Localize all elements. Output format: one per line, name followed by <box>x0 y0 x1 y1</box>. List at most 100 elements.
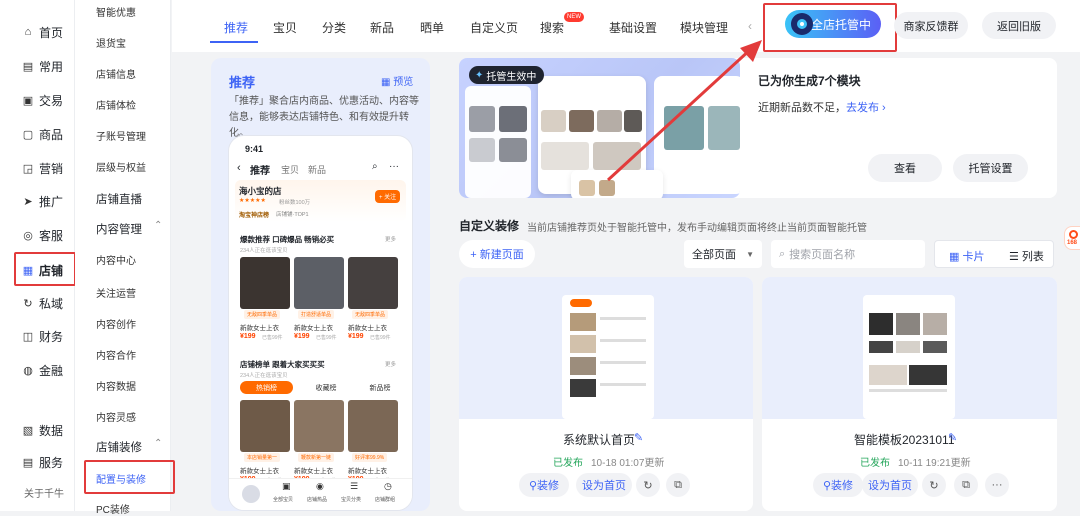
product-sold: 已售99件 <box>316 335 337 341</box>
more-options-button[interactable]: ··· <box>985 473 1009 497</box>
product-badge: 无敌四季单品 <box>244 310 281 319</box>
refresh-icon[interactable]: ↻ <box>636 473 660 497</box>
rank-tab-fav[interactable]: 收藏榜 <box>301 381 351 394</box>
edit-name-icon[interactable]: ✎ <box>948 431 957 444</box>
product-image[interactable] <box>348 257 398 309</box>
subnav-item[interactable]: 内容中心 <box>96 252 136 267</box>
sidebar-item-finance[interactable]: ◫ 财务 <box>22 326 63 346</box>
subnav-group-decorate[interactable]: 店铺装修 ⌃ <box>96 438 162 455</box>
chevron-up-icon[interactable]: ⌃ <box>154 438 162 449</box>
sidebar-item-finance2[interactable]: ◍ 金融 <box>22 360 63 380</box>
tab-review[interactable]: 晒单 <box>420 19 444 36</box>
product-badge: 鞭款新第一链 <box>298 453 335 462</box>
preview-panel: 推荐 ▦ 预览 「推荐」聚合店内商品、优惠活动、内容等信息，能够表达店铺特色、和… <box>211 58 430 511</box>
new-page-button[interactable]: + 新建页面 <box>459 240 535 268</box>
subnav-item[interactable]: PC装修 <box>96 501 130 516</box>
bottom-nav-label[interactable]: 宝贝分类 <box>341 496 361 503</box>
red-arrow-annotation <box>606 40 762 182</box>
section-rank-title: 店铺榜单 跟着大家买买买 <box>240 360 325 369</box>
template-card[interactable]: 智能模板20231011 ✎ 已发布 10-11 19:21更新 ⚲ 装修 设为… <box>762 277 1057 511</box>
product-image[interactable] <box>240 257 290 309</box>
sidebar-item-service2[interactable]: ▤ 服务 <box>22 452 63 472</box>
bottom-nav-label[interactable]: 店铺群组 <box>375 496 395 503</box>
sidebar-item-common[interactable]: ▤ 常用 <box>22 56 63 76</box>
subnav-item[interactable]: 层级与权益 <box>96 159 146 174</box>
tab-new[interactable]: 新品 <box>370 19 394 36</box>
follow-button[interactable]: + 关注 <box>375 190 401 203</box>
page-search-input[interactable]: ⌕ 搜索页面名称 <box>771 240 925 268</box>
product-image[interactable] <box>294 400 344 452</box>
copy-icon[interactable]: ⧉ <box>666 473 690 497</box>
trade-icon: ▣ <box>22 94 34 107</box>
tab-goods[interactable]: 宝贝 <box>273 19 297 36</box>
view-button[interactable]: 查看 <box>868 154 942 182</box>
sidebar-item-data[interactable]: ▧ 数据 <box>22 420 63 440</box>
thumb-product <box>469 106 495 132</box>
tab-recommend[interactable]: 推荐 <box>224 19 248 36</box>
go-publish-link[interactable]: 去发布 › <box>846 102 886 114</box>
subnav-item[interactable]: 子账号管理 <box>96 128 146 143</box>
edit-name-icon[interactable]: ✎ <box>634 431 643 444</box>
bottom-nav-label[interactable]: 全部宝贝 <box>273 496 293 503</box>
subnav-item[interactable]: 店铺信息 <box>96 66 136 81</box>
decorate-button[interactable]: ⚲ 装修 <box>519 473 569 497</box>
preview-link[interactable]: ▦ 预览 <box>381 73 413 88</box>
subnav-item[interactable]: 内容灵感 <box>96 409 136 424</box>
section-rank-more[interactable]: 更多 <box>385 360 396 368</box>
subnav-item[interactable]: 内容创作 <box>96 316 136 331</box>
subnav-item[interactable]: 内容数据 <box>96 378 136 393</box>
home-icon: ⌂ <box>24 26 32 38</box>
floating-side-tag[interactable]: 168 <box>1064 226 1080 250</box>
sidebar-item-marketing[interactable]: ◲ 营销 <box>22 158 63 178</box>
page-filter-select[interactable]: 全部页面 ▼ <box>684 240 762 268</box>
product-image[interactable] <box>348 400 398 452</box>
sidebar-item-service[interactable]: ◎ 客服 <box>22 225 63 245</box>
sidebar-item-trade[interactable]: ▣ 交易 <box>22 90 63 110</box>
template-mini-phone <box>562 295 654 419</box>
subnav-group-content[interactable]: 内容管理 ⌃ <box>96 220 162 237</box>
subnav-item[interactable]: 退货宝 <box>96 35 126 50</box>
rank-tab-new[interactable]: 新品榜 <box>355 381 405 394</box>
sidebar-item-goods[interactable]: ▢ 商品 <box>22 124 63 144</box>
merchant-feedback-button[interactable]: 商家反馈群 <box>894 12 968 39</box>
sidebar-item-home[interactable]: ⌂ 首页 <box>22 22 63 42</box>
set-home-button[interactable]: 设为首页 <box>862 473 918 497</box>
template-card[interactable]: 系统默认首页 ✎ 已发布 10-18 01:07更新 ⚲ 装修 设为首页 ↻ ⧉ <box>459 277 753 511</box>
mini-text-line <box>600 317 646 320</box>
active-tab-indicator <box>210 41 258 43</box>
chevron-up-icon[interactable]: ⌃ <box>154 220 162 231</box>
about-qianniu-link[interactable]: 关于千牛 <box>24 482 64 502</box>
rank-tab-hot[interactable]: 热销榜 <box>240 381 293 394</box>
subnav-item[interactable]: 关注运营 <box>96 285 136 300</box>
subnav-item[interactable]: 智能优惠 <box>96 4 136 19</box>
view-card-toggle[interactable]: ▦ 卡片 <box>949 248 984 264</box>
sidebar-item-label: 私域 <box>39 296 64 311</box>
back-old-version-button[interactable]: 返回旧版 <box>982 12 1056 39</box>
mini-product <box>869 365 907 385</box>
section-hot-more[interactable]: 更多 <box>385 235 396 243</box>
section-rank-sub: 234人正在逛该宝贝 <box>240 373 288 379</box>
bottom-nav-label[interactable]: 店铺热品 <box>307 496 327 503</box>
product-image[interactable] <box>240 400 290 452</box>
service-icon: ◎ <box>23 229 33 242</box>
set-home-button[interactable]: 设为首页 <box>576 473 632 497</box>
subnav-group-live[interactable]: 店铺直播 <box>96 191 142 207</box>
subnav-item[interactable]: 店铺体检 <box>96 97 136 112</box>
refresh-icon[interactable]: ↻ <box>922 473 946 497</box>
template-updated-time: 10-11 19:21更新 <box>898 458 971 469</box>
tab-category[interactable]: 分类 <box>322 19 346 36</box>
preview-link-label: 预览 <box>393 77 414 88</box>
sidebar-item-private[interactable]: ↻ 私域 <box>22 293 63 313</box>
decorate-button[interactable]: ⚲ 装修 <box>813 473 863 497</box>
back-arrow-icon[interactable]: ‹ <box>237 162 241 174</box>
tab-search[interactable]: 搜索 NEW <box>540 12 584 36</box>
sidebar-item-promotion[interactable]: ➤ 推广 <box>22 191 63 211</box>
subnav-item[interactable]: 内容合作 <box>96 347 136 362</box>
thumb-product <box>469 138 495 162</box>
view-list-toggle[interactable]: ☰ 列表 <box>1009 248 1044 264</box>
hosting-settings-button[interactable]: 托管设置 <box>953 154 1028 182</box>
service2-icon: ▤ <box>22 456 34 469</box>
copy-icon[interactable]: ⧉ <box>954 473 978 497</box>
tab-custom-page[interactable]: 自定义页 <box>470 19 518 36</box>
product-image[interactable] <box>294 257 344 309</box>
